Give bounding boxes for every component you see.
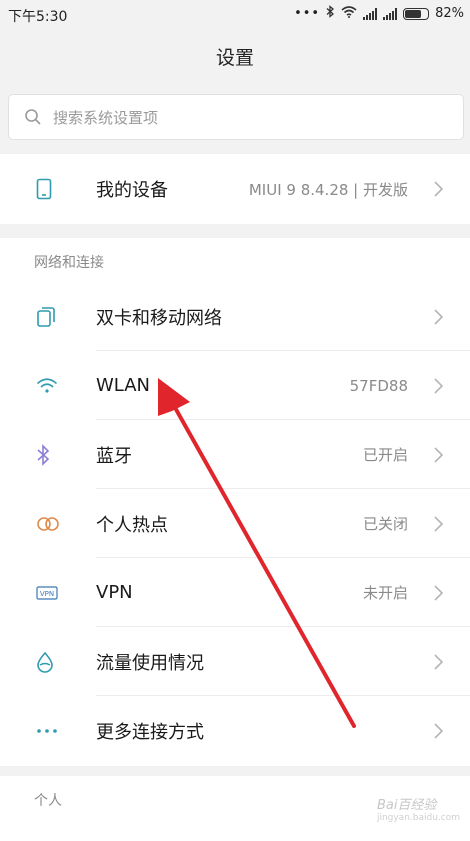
item-label: VPN [96,582,133,603]
chevron-right-icon [426,377,450,394]
item-value: 57FD88 [349,376,408,395]
device-card: 我的设备 MIUI 9 8.4.28 | 开发版 [0,154,470,224]
page-header: 设置 [0,36,470,80]
chevron-right-icon [426,584,450,601]
vpn-icon: VPN [0,585,96,600]
page-title: 设置 [215,47,254,69]
network-item-data-usage[interactable]: 流量使用情况 [0,627,470,696]
battery-fill [405,9,422,18]
wifi-icon [0,377,96,394]
phone-icon [0,178,96,200]
item-value: 未开启 [362,584,408,602]
item-label: 更多连接方式 [96,721,204,743]
hotspot-icon [0,516,96,532]
status-icons: ••• 82% [294,5,464,22]
item-label: 个人热点 [96,514,168,536]
network-item-wlan[interactable]: WLAN 57FD88 [0,351,470,420]
status-time: 下午5:30 [8,9,68,25]
sim-icon [0,306,96,328]
my-device-value: MIUI 9 8.4.28 | 开发版 [248,180,408,199]
network-item-more-connections[interactable]: 更多连接方式 [0,696,470,765]
item-label: 蓝牙 [96,445,132,467]
item-label: WLAN [96,375,151,396]
network-item-vpn[interactable]: VPN VPN 未开启 [0,558,470,627]
chevron-right-icon [426,653,450,670]
chevron-right-icon [426,446,450,463]
section-title-personal: 个人 [34,793,62,809]
my-device-item[interactable]: 我的设备 MIUI 9 8.4.28 | 开发版 [0,154,470,224]
search-placeholder: 搜索系统设置项 [53,108,159,127]
search-box[interactable]: 搜索系统设置项 [8,94,464,140]
bluetooth-icon [0,443,96,466]
more-dots-icon: ••• [294,6,321,21]
network-card: 网络和连接 双卡和移动网络 WLAN 57FD88 蓝牙 已开启 个人热点 已关… [0,238,470,766]
chevron-right-icon [426,515,450,532]
item-value: 已关闭 [362,515,408,533]
status-bar: 下午5:30 ••• 82% [0,0,470,30]
my-device-label: 我的设备 [96,180,168,201]
chevron-right-icon [426,181,450,197]
chevron-right-icon [426,722,450,739]
watermark: Bai百经验 jingyan.baidu.com [377,794,460,823]
chevron-right-icon [426,308,450,325]
item-label: 双卡和移动网络 [96,307,222,329]
search-icon [23,107,43,127]
signal-2-icon [383,7,398,20]
battery-icon [403,7,430,20]
section-title-network: 网络和连接 [34,255,104,271]
item-value: 已开启 [362,446,408,464]
data-usage-icon [0,651,96,673]
wifi-status-icon [341,5,357,22]
network-item-dual-sim[interactable]: 双卡和移动网络 [0,282,470,351]
watermark-text: Bai百经验 [376,798,437,813]
network-item-bluetooth[interactable]: 蓝牙 已开启 [0,420,470,489]
battery-percent: 82% [435,6,464,21]
watermark-sub: jingyan.baidu.com [376,813,460,823]
signal-1-icon [363,7,378,20]
network-item-hotspot[interactable]: 个人热点 已关闭 [0,489,470,558]
bluetooth-status-icon [326,5,335,22]
more-icon [0,728,96,734]
item-label: 流量使用情况 [96,652,204,674]
svg-text:VPN: VPN [40,590,54,598]
